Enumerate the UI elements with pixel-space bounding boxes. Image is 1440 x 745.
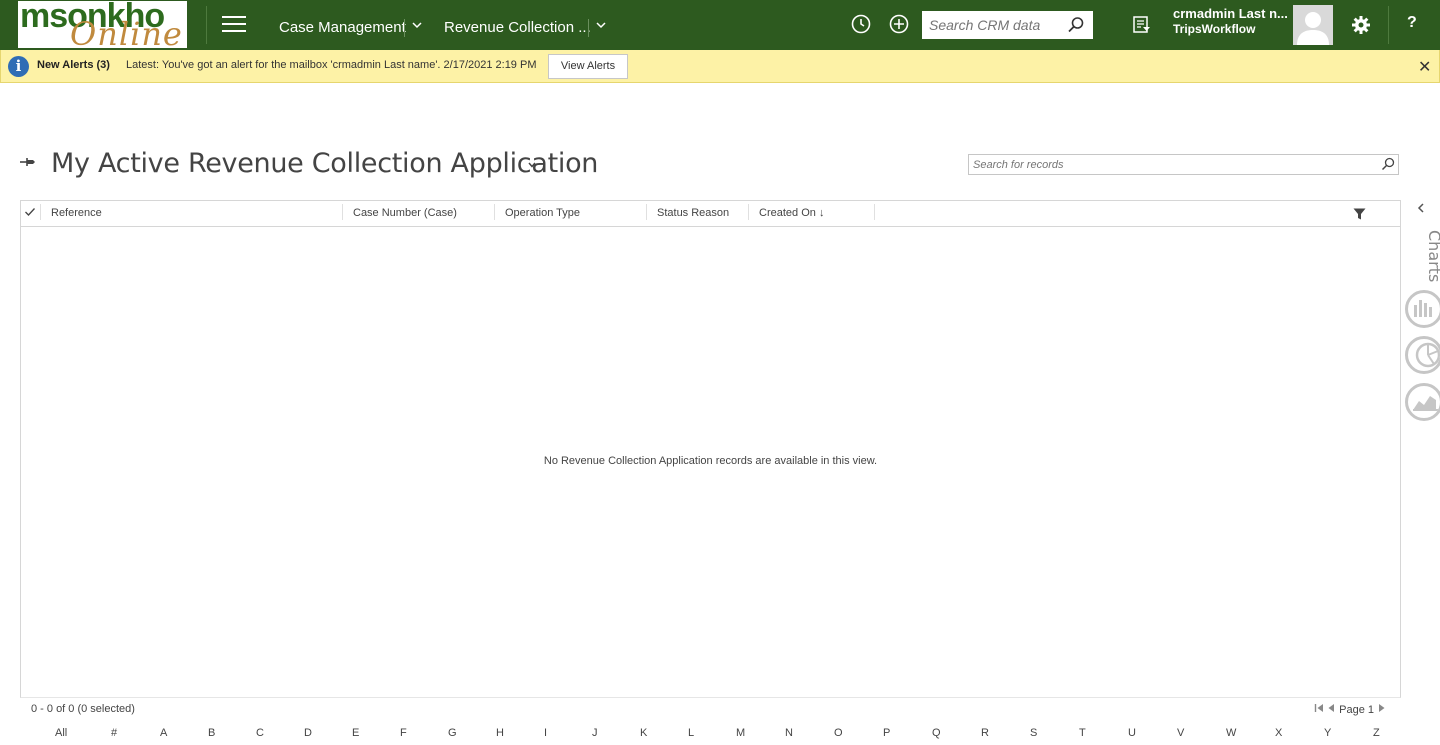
top-navigation-bar: msonkho Online Case Management Revenue C…	[0, 0, 1440, 50]
alphabet-filter-i[interactable]: I	[544, 727, 547, 739]
divider	[1388, 6, 1389, 44]
grid-header: Reference Case Number (Case) Operation T…	[21, 201, 1400, 227]
column-header-status-reason[interactable]: Status Reason	[657, 207, 729, 219]
advanced-find-icon[interactable]	[1132, 15, 1152, 35]
alphabet-filter-u[interactable]: U	[1128, 727, 1136, 739]
user-name[interactable]: crmadmin Last n...	[1173, 6, 1288, 21]
chevron-left-icon[interactable]	[1417, 202, 1425, 216]
column-header-reference[interactable]: Reference	[51, 207, 102, 219]
alphabet-filter-l[interactable]: L	[688, 727, 694, 739]
alphabet-filter-j[interactable]: J	[592, 727, 598, 739]
alphabet-filter-c[interactable]: C	[256, 727, 264, 739]
bar-chart-icon[interactable]	[1405, 290, 1440, 328]
divider	[494, 204, 495, 220]
nav-case-management[interactable]: Case Management	[279, 19, 406, 36]
pin-icon[interactable]	[19, 155, 37, 174]
records-grid: Reference Case Number (Case) Operation T…	[20, 200, 1401, 698]
alphabet-filter-d[interactable]: D	[304, 727, 312, 739]
page-title[interactable]: My Active Revenue Collection Application	[51, 148, 598, 179]
alphabet-filter-g[interactable]: G	[448, 727, 457, 739]
divider	[874, 204, 875, 220]
view-alerts-button[interactable]: View Alerts	[548, 54, 628, 79]
page-label: Page 1	[1339, 704, 1374, 716]
help-button[interactable]: ?	[1407, 14, 1417, 32]
alphabet-filter-o[interactable]: O	[834, 727, 843, 739]
sort-descending-icon: ↓	[818, 207, 825, 219]
divider	[748, 204, 749, 220]
crm-search-input[interactable]	[922, 11, 1069, 39]
close-icon[interactable]: ✕	[1418, 57, 1431, 77]
alphabet-filter-k[interactable]: K	[640, 727, 647, 739]
alphabet-filter-b[interactable]: B	[208, 727, 215, 739]
alphabet-filter-x[interactable]: X	[1275, 727, 1282, 739]
record-search-box[interactable]	[968, 154, 1399, 175]
create-new-icon[interactable]	[889, 14, 909, 34]
logo-text-secondary: Online	[70, 15, 183, 48]
pie-chart-icon[interactable]	[1405, 336, 1440, 374]
filter-icon[interactable]	[1353, 208, 1366, 223]
alphabet-filter-bar: All # A B C D E F G H I J K L M N O P Q R S T U V W X Y Z	[20, 727, 1399, 741]
crm-search-box[interactable]	[922, 11, 1093, 39]
alphabet-filter-y[interactable]: Y	[1324, 727, 1331, 739]
alphabet-filter-r[interactable]: R	[981, 727, 989, 739]
recent-history-icon[interactable]	[851, 14, 871, 34]
alert-notification-bar: i New Alerts (3) Latest: You've got an a…	[0, 50, 1440, 83]
alphabet-filter-m[interactable]: M	[736, 727, 745, 739]
column-header-created-on[interactable]: Created On ↓	[759, 207, 824, 219]
alphabet-filter-all[interactable]: All	[55, 727, 67, 739]
alphabet-filter-q[interactable]: Q	[932, 727, 941, 739]
alphabet-filter-h[interactable]: H	[496, 727, 504, 739]
alphabet-filter-v[interactable]: V	[1177, 727, 1184, 739]
view-selector-chevron-icon[interactable]	[527, 160, 537, 172]
charts-panel-label[interactable]: Charts	[1425, 230, 1440, 282]
alphabet-filter-t[interactable]: T	[1079, 727, 1086, 739]
divider	[588, 19, 589, 37]
hamburger-menu-icon[interactable]	[222, 16, 246, 34]
info-icon: i	[8, 56, 29, 77]
nav-revenue-collection[interactable]: Revenue Collection ...	[444, 19, 591, 36]
gear-icon[interactable]	[1351, 15, 1371, 35]
empty-grid-message: No Revenue Collection Application record…	[543, 455, 878, 467]
first-page-icon[interactable]	[1314, 703, 1324, 716]
alphabet-filter-a[interactable]: A	[160, 727, 167, 739]
previous-page-icon[interactable]	[1327, 703, 1336, 716]
pagination: Page 1	[1314, 703, 1386, 716]
alphabet-filter-f[interactable]: F	[400, 727, 407, 739]
column-header-case-number[interactable]: Case Number (Case)	[353, 207, 457, 219]
record-count: 0 - 0 of 0 (0 selected)	[31, 703, 135, 715]
alphabet-filter-hash[interactable]: #	[111, 727, 117, 739]
next-page-icon[interactable]	[1377, 703, 1386, 716]
app-logo[interactable]: msonkho Online	[18, 1, 187, 48]
chevron-down-icon[interactable]	[412, 19, 422, 33]
alert-title: New Alerts (3)	[37, 59, 110, 71]
divider	[40, 204, 41, 220]
area-chart-icon[interactable]	[1405, 383, 1440, 421]
divider	[646, 204, 647, 220]
divider	[206, 6, 207, 44]
user-organization[interactable]: TripsWorkflow	[1173, 22, 1255, 36]
avatar[interactable]	[1293, 5, 1333, 45]
alphabet-filter-n[interactable]: N	[785, 727, 793, 739]
alphabet-filter-z[interactable]: Z	[1373, 727, 1380, 739]
record-search-input[interactable]	[969, 155, 1373, 174]
divider	[404, 19, 405, 37]
chevron-down-icon[interactable]	[596, 19, 606, 33]
column-header-operation-type[interactable]: Operation Type	[505, 207, 580, 219]
alphabet-filter-e[interactable]: E	[352, 727, 359, 739]
column-header-created-on-label: Created On	[759, 207, 816, 219]
alphabet-filter-s[interactable]: S	[1030, 727, 1037, 739]
select-all-checkmark-icon[interactable]	[24, 206, 36, 221]
search-icon[interactable]	[1381, 157, 1395, 171]
alphabet-filter-w[interactable]: W	[1226, 727, 1236, 739]
divider	[342, 204, 343, 220]
alert-message: Latest: You've got an alert for the mail…	[126, 59, 537, 71]
alphabet-filter-p[interactable]: P	[883, 727, 890, 739]
search-icon[interactable]	[1067, 16, 1085, 34]
